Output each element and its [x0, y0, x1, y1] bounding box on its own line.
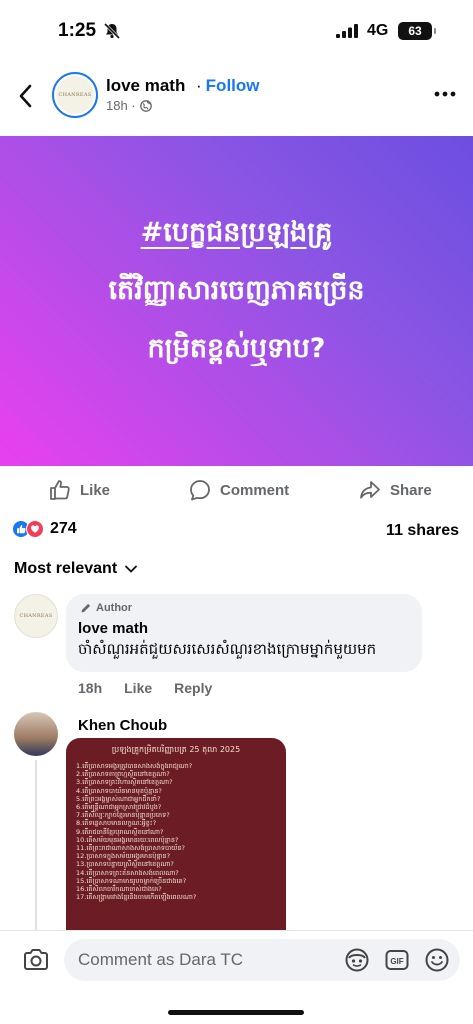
comment-time: 18h: [78, 680, 103, 696]
love-reaction-icon: [26, 520, 44, 538]
image-question: 4.តើប្រាសាទបាយ័នមានមុខប៉ុន្មាន?: [76, 786, 162, 795]
image-question: 6.តើមន្ត្រីណាជាអ្នកស្រាវជ្រាវដំបូង?: [76, 803, 162, 812]
commenter-name[interactable]: love math: [78, 620, 148, 637]
image-question: 14.តើប្រាសាទព្រះខ័នសាងសង់ពេលណា?: [76, 868, 179, 877]
comment-like-button[interactable]: Like: [124, 680, 152, 696]
banner-text: #បេក្ខជនប្រឡងគ្រូ តើវិញ្ញាសារចេញភាគច្រើន…: [0, 204, 473, 378]
sort-label: Most relevant: [14, 560, 118, 577]
share-button[interactable]: Share: [358, 478, 432, 502]
comment-bubble-icon: [190, 480, 210, 501]
battery-indicator: 63: [398, 22, 436, 40]
image-question: 15.តើប្រាសាទណាមានរូបចម្លាក់ច្រើនជាងគេ?: [76, 876, 187, 885]
comment-input-placeholder: Comment as Dara TC: [78, 950, 244, 969]
share-label: Share: [390, 481, 432, 499]
logo-text: CHANREAS: [19, 613, 53, 619]
commenter-avatar[interactable]: CHANREAS: [14, 594, 58, 638]
post-meta: 18h ·: [106, 98, 152, 113]
comment-sort-dropdown[interactable]: Most relevant: [14, 560, 138, 578]
author-badge-label: Author: [96, 602, 133, 614]
banner-hashtag[interactable]: #បេក្ខជនប្រឡងគ្រូ: [0, 204, 473, 262]
composer-icons: GIF: [344, 947, 450, 973]
name-separator: ·: [196, 76, 202, 95]
comment-actions: 18h Like Reply: [78, 680, 212, 696]
svg-text:GIF: GIF: [390, 957, 403, 966]
image-question-list: 1.តើប្រាសាទអង្គរត្រូវបានសាងសង់ក្នុងរាជ្យ…: [76, 762, 286, 901]
network-label: 4G: [367, 22, 389, 39]
follow-label: Follow: [205, 76, 260, 95]
post-header: CHANREAS love math · Follow 18h ·: [0, 62, 473, 134]
image-question: 9.តើរាជធានីខ្មែរបុរាណស្ថិតនៅណា?: [76, 827, 164, 836]
pen-icon: [81, 603, 91, 613]
shares-count[interactable]: 11 shares: [386, 522, 459, 540]
image-title: ប្រឡងគ្រូកម្រិតបរិញ្ញាបត្រ 25 តុលា 2025: [111, 745, 241, 754]
commenter-name[interactable]: Khen Choub: [78, 717, 167, 734]
gif-icon[interactable]: GIF: [384, 947, 410, 973]
image-question: 17.តើសង្គ្រាមរវាងខ្មែរនិងចាមកើតឡើងពេលណា?: [76, 893, 197, 902]
thread-line: [35, 760, 37, 930]
banner-line-2: តើវិញ្ញាសារចេញភាគច្រើន: [108, 275, 365, 306]
comment-text: ចាំសំណួរអត់ជួយសរសេរសំណួរខាងក្រោមម្នាក់មួ…: [78, 640, 377, 658]
logo-text: CHANREAS: [58, 92, 92, 98]
avatar-sticker-icon[interactable]: [344, 947, 370, 973]
status-bar: 1:25 4G 63: [0, 0, 473, 62]
post-banner[interactable]: #បេក្ខជនប្រឡងគ្រូ តើវិញ្ញាសារចេញភាគច្រើន…: [0, 136, 473, 466]
image-question: 13.ប្រាសាទបន្ទាយស្រីស្ថិតនៅខេត្តណា?: [76, 860, 174, 869]
image-question: 3.តើប្រាសាទព្រះវិហារស្ថិតនៅខេត្តណា?: [76, 778, 173, 787]
image-question: 11.តើព្រះរាជាណាសាងសង់ប្រាសាទបាយ័ន?: [76, 844, 185, 853]
home-indicator: [168, 1010, 304, 1015]
chevron-down-icon: [125, 565, 138, 573]
image-question: 1.តើប្រាសាទអង្គរត្រូវបានសាងសង់ក្នុងរាជ្យ…: [76, 762, 193, 770]
page-avatar[interactable]: CHANREAS: [52, 72, 98, 118]
image-question: 8.តើទន្លេសាបមានលក្ខណៈអ្វីខ្លះ?: [76, 819, 157, 828]
commenter-avatar[interactable]: [14, 712, 58, 756]
reaction-count: 274: [50, 520, 77, 537]
reaction-summary[interactable]: 274: [12, 520, 77, 538]
camera-icon[interactable]: [22, 947, 50, 973]
status-time: 1:25: [58, 20, 97, 41]
signal-icon: [336, 24, 358, 38]
emoji-icon[interactable]: [424, 947, 450, 973]
author-badge: Author: [80, 602, 132, 614]
post-action-bar: Like Comment Share: [0, 466, 473, 512]
image-question: 5.តើព្រះអង្គម្ចាស់ណាជាអ្នកដឹកនាំ?: [76, 794, 161, 803]
post-time: 18h ·: [106, 98, 136, 113]
image-question: 10.តើសម័យមុនអង្គរមានរយៈពេលប៉ុន្មាន?: [76, 835, 179, 844]
comment-reply-button[interactable]: Reply: [174, 680, 212, 696]
page-logo: CHANREAS: [56, 76, 94, 114]
comment-bubble: Author love math ចាំសំណួរអត់ជួយសរសេរសំណួ…: [66, 594, 422, 672]
page-name[interactable]: love math: [106, 76, 185, 96]
share-arrow-icon: [360, 481, 380, 499]
comment-image[interactable]: ប្រឡងគ្រូកម្រិតបរិញ្ញាបត្រ 25 តុលា 2025 …: [66, 738, 286, 930]
like-label: Like: [80, 481, 111, 499]
comment-label: Comment: [220, 481, 290, 499]
globe-icon: [139, 99, 152, 112]
banner-line-3: កម្រិតខ្ពស់ឬទាប?: [147, 333, 326, 364]
comment-button[interactable]: Comment: [188, 478, 289, 502]
more-options-icon[interactable]: [434, 90, 456, 98]
like-button[interactable]: Like: [48, 478, 110, 502]
thumbs-up-icon: [50, 480, 70, 500]
bell-slash-icon: [103, 22, 121, 40]
back-chevron-icon[interactable]: [16, 82, 36, 110]
follow-button[interactable]: · Follow: [196, 76, 260, 96]
